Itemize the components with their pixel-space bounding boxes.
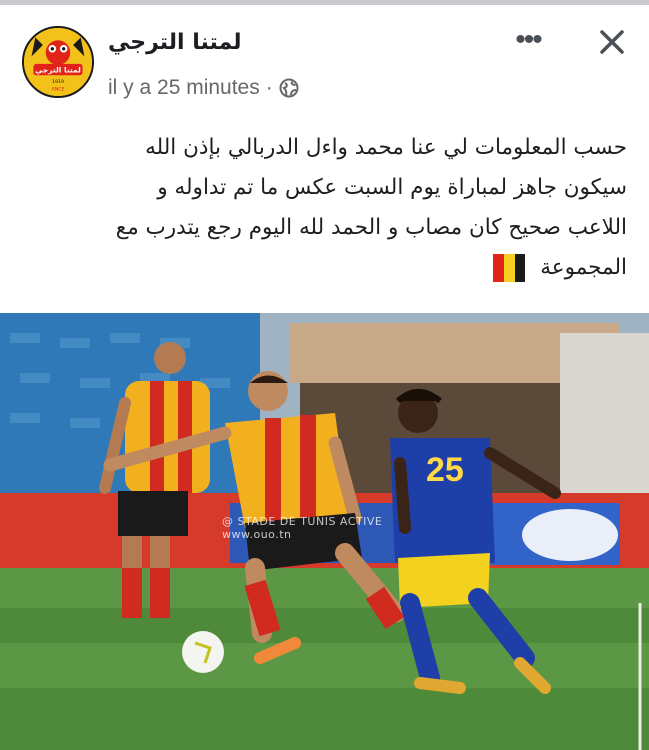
globe-icon[interactable] [279,78,299,98]
post-timestamp[interactable]: il y a 25 minutes [108,76,260,100]
page-avatar[interactable]: لمتنا الترجي 1919 ANCE [22,26,94,98]
top-divider [0,0,649,5]
meta-separator: · [265,76,273,99]
post-text: حسب المعلومات لي عنا محمد واءل الدربالي … [17,128,627,288]
belgium-flag-icon [493,254,526,282]
image-watermark: @ STADE DE TUNIS ACTIVE www.ouo.tn [222,515,382,541]
watermark-sub: www.ouo.tn [222,528,292,541]
jersey-number: 25 [426,451,464,489]
post-text-line: سيكون جاهز لمباراة يوم السبت عكس ما تم ت… [157,175,627,200]
post-meta: il y a 25 minutes · [108,76,299,100]
post-text-last-line: المجموعة [17,248,627,288]
post-photo[interactable]: 25 @ STADE DE TUNIS ACTIVE www.ouo.tn [0,313,649,750]
close-icon[interactable] [594,24,630,60]
svg-text:لمتنا الترجي: لمتنا الترجي [35,65,81,74]
page-name[interactable]: لمتنا الترجي [108,30,241,55]
svg-text:1919: 1919 [52,79,64,85]
watermark-text: @ STADE DE TUNIS ACTIVE [222,515,383,528]
post-text-line: اللاعب صحيح كان مصاب و الحمد لله اليوم ر… [115,215,627,240]
club-logo-icon: لمتنا الترجي 1919 ANCE [24,28,92,96]
post-text-line: حسب المعلومات لي عنا محمد واءل الدربالي … [145,135,627,160]
more-options-button[interactable]: ••• [510,25,546,55]
svg-text:ANCE: ANCE [51,86,64,92]
post-text-line: المجموعة [540,255,627,280]
